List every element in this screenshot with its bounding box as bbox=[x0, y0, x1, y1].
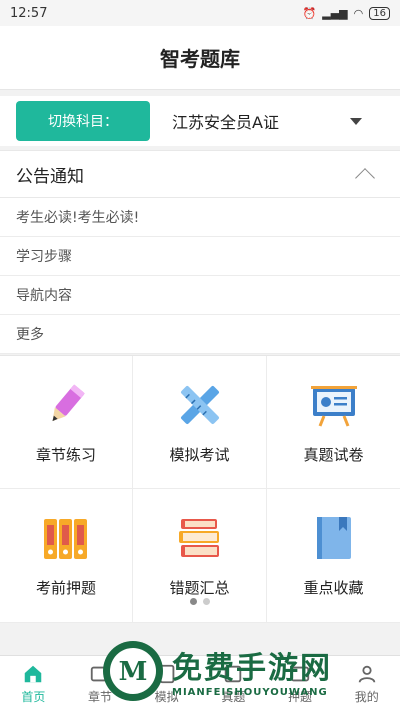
alarm-icon: ⏰ bbox=[302, 6, 317, 20]
grid-item-label: 考前押题 bbox=[35, 579, 96, 597]
notice-item[interactable]: 学习步骤 bbox=[0, 237, 400, 276]
tab-predict[interactable]: 押题 bbox=[267, 656, 334, 711]
profile-icon bbox=[358, 665, 375, 683]
mock-exam-icon bbox=[159, 664, 175, 683]
grid-item-past-papers[interactable]: 真题试卷 bbox=[267, 356, 400, 489]
current-subject[interactable]: 江苏安全员A证 bbox=[172, 109, 350, 133]
chapter-icon bbox=[90, 666, 110, 681]
home-icon bbox=[25, 665, 42, 682]
notice-header[interactable]: 公告通知 bbox=[0, 150, 400, 198]
tab-label: 章节 bbox=[88, 689, 113, 704]
tab-label: 首页 bbox=[21, 689, 46, 704]
tab-label: 真题 bbox=[221, 689, 246, 704]
bookmark-book-icon bbox=[316, 517, 351, 559]
tab-label: 我的 bbox=[354, 689, 379, 704]
app-header: 智考题库 bbox=[0, 26, 400, 90]
page-dot[interactable] bbox=[203, 598, 210, 605]
subject-row: 切换科目： 江苏安全员A证 bbox=[0, 96, 400, 146]
grid-item-label: 错题汇总 bbox=[169, 579, 230, 597]
notice-title: 公告通知 bbox=[16, 166, 84, 187]
page-title: 智考题库 bbox=[160, 47, 240, 71]
books-stack-icon bbox=[178, 519, 219, 557]
dropdown-caret-icon[interactable] bbox=[350, 117, 362, 125]
status-time: 12:57 bbox=[10, 5, 48, 21]
tab-mock[interactable]: 模拟 bbox=[133, 656, 200, 711]
grid-item-label: 真题试卷 bbox=[303, 445, 364, 464]
binders-icon bbox=[44, 519, 87, 559]
tab-home[interactable]: 首页 bbox=[0, 656, 67, 711]
page-dot-active[interactable] bbox=[190, 598, 197, 605]
wifi-icon: ◠ bbox=[353, 6, 364, 20]
grid-item-mock-exam[interactable]: 模拟考试 bbox=[133, 356, 267, 489]
grid-item-label: 章节练习 bbox=[35, 445, 96, 464]
tab-past-papers[interactable]: 真题 bbox=[200, 656, 267, 711]
notice-panel: 公告通知 考生必读!考生必读! 学习步骤 导航内容 更多 bbox=[0, 150, 400, 354]
status-icons: ⏰ ▂▄▆ ◠ 16 bbox=[302, 6, 390, 20]
tab-label: 模拟 bbox=[154, 689, 179, 704]
tab-label: 押题 bbox=[288, 689, 313, 704]
predict-icon bbox=[290, 666, 310, 681]
feature-grid: 章节练习 模拟考试 真题试卷 考前押题 错题汇总 重点收藏 bbox=[0, 355, 400, 623]
notice-more[interactable]: 更多 bbox=[0, 315, 400, 354]
chevron-up-icon[interactable] bbox=[355, 168, 375, 188]
bottom-tab-bar: 首页 章节 模拟 真题 押题 我的 bbox=[0, 655, 400, 711]
notice-item[interactable]: 导航内容 bbox=[0, 276, 400, 315]
switch-subject-button[interactable]: 切换科目： bbox=[16, 101, 150, 141]
grid-item-label: 重点收藏 bbox=[303, 579, 364, 597]
grid-item-chapter-practice[interactable]: 章节练习 bbox=[0, 356, 133, 489]
tab-chapter[interactable]: 章节 bbox=[67, 656, 134, 711]
past-paper-icon bbox=[225, 665, 242, 682]
ruler-pencil-icon bbox=[180, 385, 219, 424]
battery-icon: 16 bbox=[369, 6, 390, 20]
signal-icon: ▂▄▆ bbox=[322, 6, 348, 20]
page-indicator bbox=[0, 598, 400, 605]
presentation-board-icon bbox=[310, 385, 357, 427]
notice-item[interactable]: 考生必读!考生必读! bbox=[0, 198, 400, 237]
grid-item-label: 模拟考试 bbox=[169, 445, 230, 464]
pencil-icon bbox=[52, 383, 85, 421]
status-bar: 12:57 ⏰ ▂▄▆ ◠ 16 bbox=[0, 0, 400, 26]
tab-profile[interactable]: 我的 bbox=[333, 656, 400, 711]
